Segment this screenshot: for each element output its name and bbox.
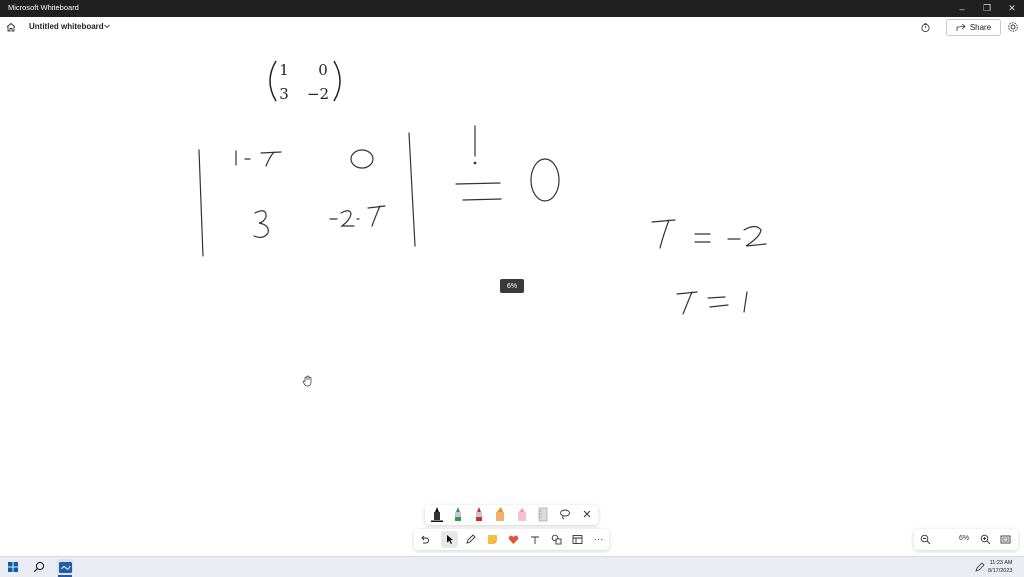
lasso-tool[interactable] bbox=[556, 505, 573, 523]
share-icon bbox=[956, 23, 966, 31]
pink-highlighter-tool[interactable] bbox=[513, 505, 530, 523]
red-pen-icon bbox=[475, 507, 482, 521]
handwritten-determinant bbox=[198, 125, 767, 315]
shapes-button[interactable] bbox=[548, 531, 565, 548]
inking-icon bbox=[466, 534, 476, 544]
zoom-in-icon[interactable] bbox=[980, 534, 991, 545]
text-icon bbox=[530, 536, 539, 544]
home-icon[interactable] bbox=[5, 21, 17, 33]
main-toolbar: ··· bbox=[414, 529, 609, 550]
templates-icon bbox=[572, 535, 583, 544]
ruler-tool[interactable] bbox=[534, 505, 551, 523]
zoom-level[interactable]: 6% bbox=[959, 535, 969, 542]
select-button[interactable] bbox=[441, 531, 458, 548]
board-title[interactable]: Untitled whiteboard bbox=[29, 22, 104, 31]
fit-to-screen-icon[interactable] bbox=[1000, 534, 1011, 545]
lasso-icon bbox=[559, 509, 570, 520]
zoom-out-icon[interactable] bbox=[920, 534, 931, 545]
system-clock[interactable]: 11:23 AM 8/17/2023 bbox=[988, 559, 1012, 575]
hand-cursor-icon bbox=[302, 375, 312, 387]
title-bar: Microsoft Whiteboard – ❐ ✕ bbox=[0, 0, 1024, 17]
app-bar: Untitled whiteboard Share bbox=[0, 17, 1024, 39]
more-button[interactable]: ··· bbox=[590, 531, 607, 548]
select-icon bbox=[446, 535, 453, 544]
taskbar: 11:23 AM 8/17/2023 bbox=[0, 556, 1024, 577]
zoom-tooltip: 6% bbox=[500, 279, 524, 293]
black-pen-tool[interactable] bbox=[428, 505, 445, 523]
undo-button[interactable] bbox=[416, 531, 433, 548]
text-button[interactable] bbox=[526, 531, 543, 548]
clock-date: 8/17/2023 bbox=[988, 568, 1013, 574]
pink-highlighter-icon bbox=[517, 508, 526, 521]
shapes-icon bbox=[551, 534, 562, 545]
search-button[interactable] bbox=[31, 559, 47, 575]
search-icon bbox=[33, 561, 45, 573]
templates-button[interactable] bbox=[569, 531, 586, 548]
undo-icon bbox=[421, 535, 429, 544]
whiteboard-taskbar-app[interactable] bbox=[57, 559, 73, 575]
red-pen-tool[interactable] bbox=[470, 505, 487, 523]
close-icon bbox=[583, 510, 590, 518]
zoom-bar: 6% bbox=[914, 529, 1018, 550]
ruler-icon bbox=[538, 507, 547, 522]
matrix-cell-21: 3 bbox=[279, 85, 289, 103]
ink-layer: 1 0 3 −2 bbox=[198, 60, 767, 315]
whiteboard-canvas[interactable]: 1 0 3 −2 6% bbox=[0, 38, 1024, 556]
clock-time: 11:23 AM bbox=[989, 560, 1013, 566]
sticky-note-icon bbox=[488, 535, 497, 544]
pen-tray-icon[interactable] bbox=[975, 562, 985, 572]
restore-button[interactable]: ❐ bbox=[975, 0, 999, 17]
reaction-button[interactable] bbox=[505, 531, 522, 548]
matrix: 1 0 3 −2 bbox=[269, 60, 341, 103]
window-title: Microsoft Whiteboard bbox=[8, 3, 79, 12]
sticky-note-button[interactable] bbox=[484, 531, 501, 548]
matrix-cell-11: 1 bbox=[279, 61, 289, 79]
matrix-cell-22: −2 bbox=[307, 85, 329, 103]
gear-icon[interactable] bbox=[1007, 21, 1019, 33]
timer-icon[interactable] bbox=[920, 22, 931, 33]
windows-start-icon bbox=[8, 562, 18, 572]
green-pen-tool[interactable] bbox=[449, 505, 466, 523]
ink-tray bbox=[425, 505, 598, 525]
share-label: Share bbox=[969, 23, 992, 32]
whiteboard-app-icon bbox=[58, 561, 72, 573]
matrix-cell-12: 0 bbox=[318, 61, 328, 79]
close-ink-tray-button[interactable] bbox=[578, 505, 595, 523]
black-pen-icon bbox=[430, 507, 443, 522]
minimize-button[interactable]: – bbox=[950, 0, 974, 17]
share-button[interactable]: Share bbox=[946, 19, 1001, 36]
orange-highlighter-icon bbox=[495, 507, 504, 521]
orange-highlighter-tool[interactable] bbox=[491, 505, 508, 523]
heart-icon bbox=[508, 535, 519, 544]
close-button[interactable]: ✕ bbox=[1000, 0, 1024, 17]
start-button[interactable] bbox=[5, 559, 21, 575]
inking-button[interactable] bbox=[462, 531, 479, 548]
chevron-down-icon[interactable] bbox=[103, 22, 111, 30]
green-pen-icon bbox=[454, 507, 461, 521]
